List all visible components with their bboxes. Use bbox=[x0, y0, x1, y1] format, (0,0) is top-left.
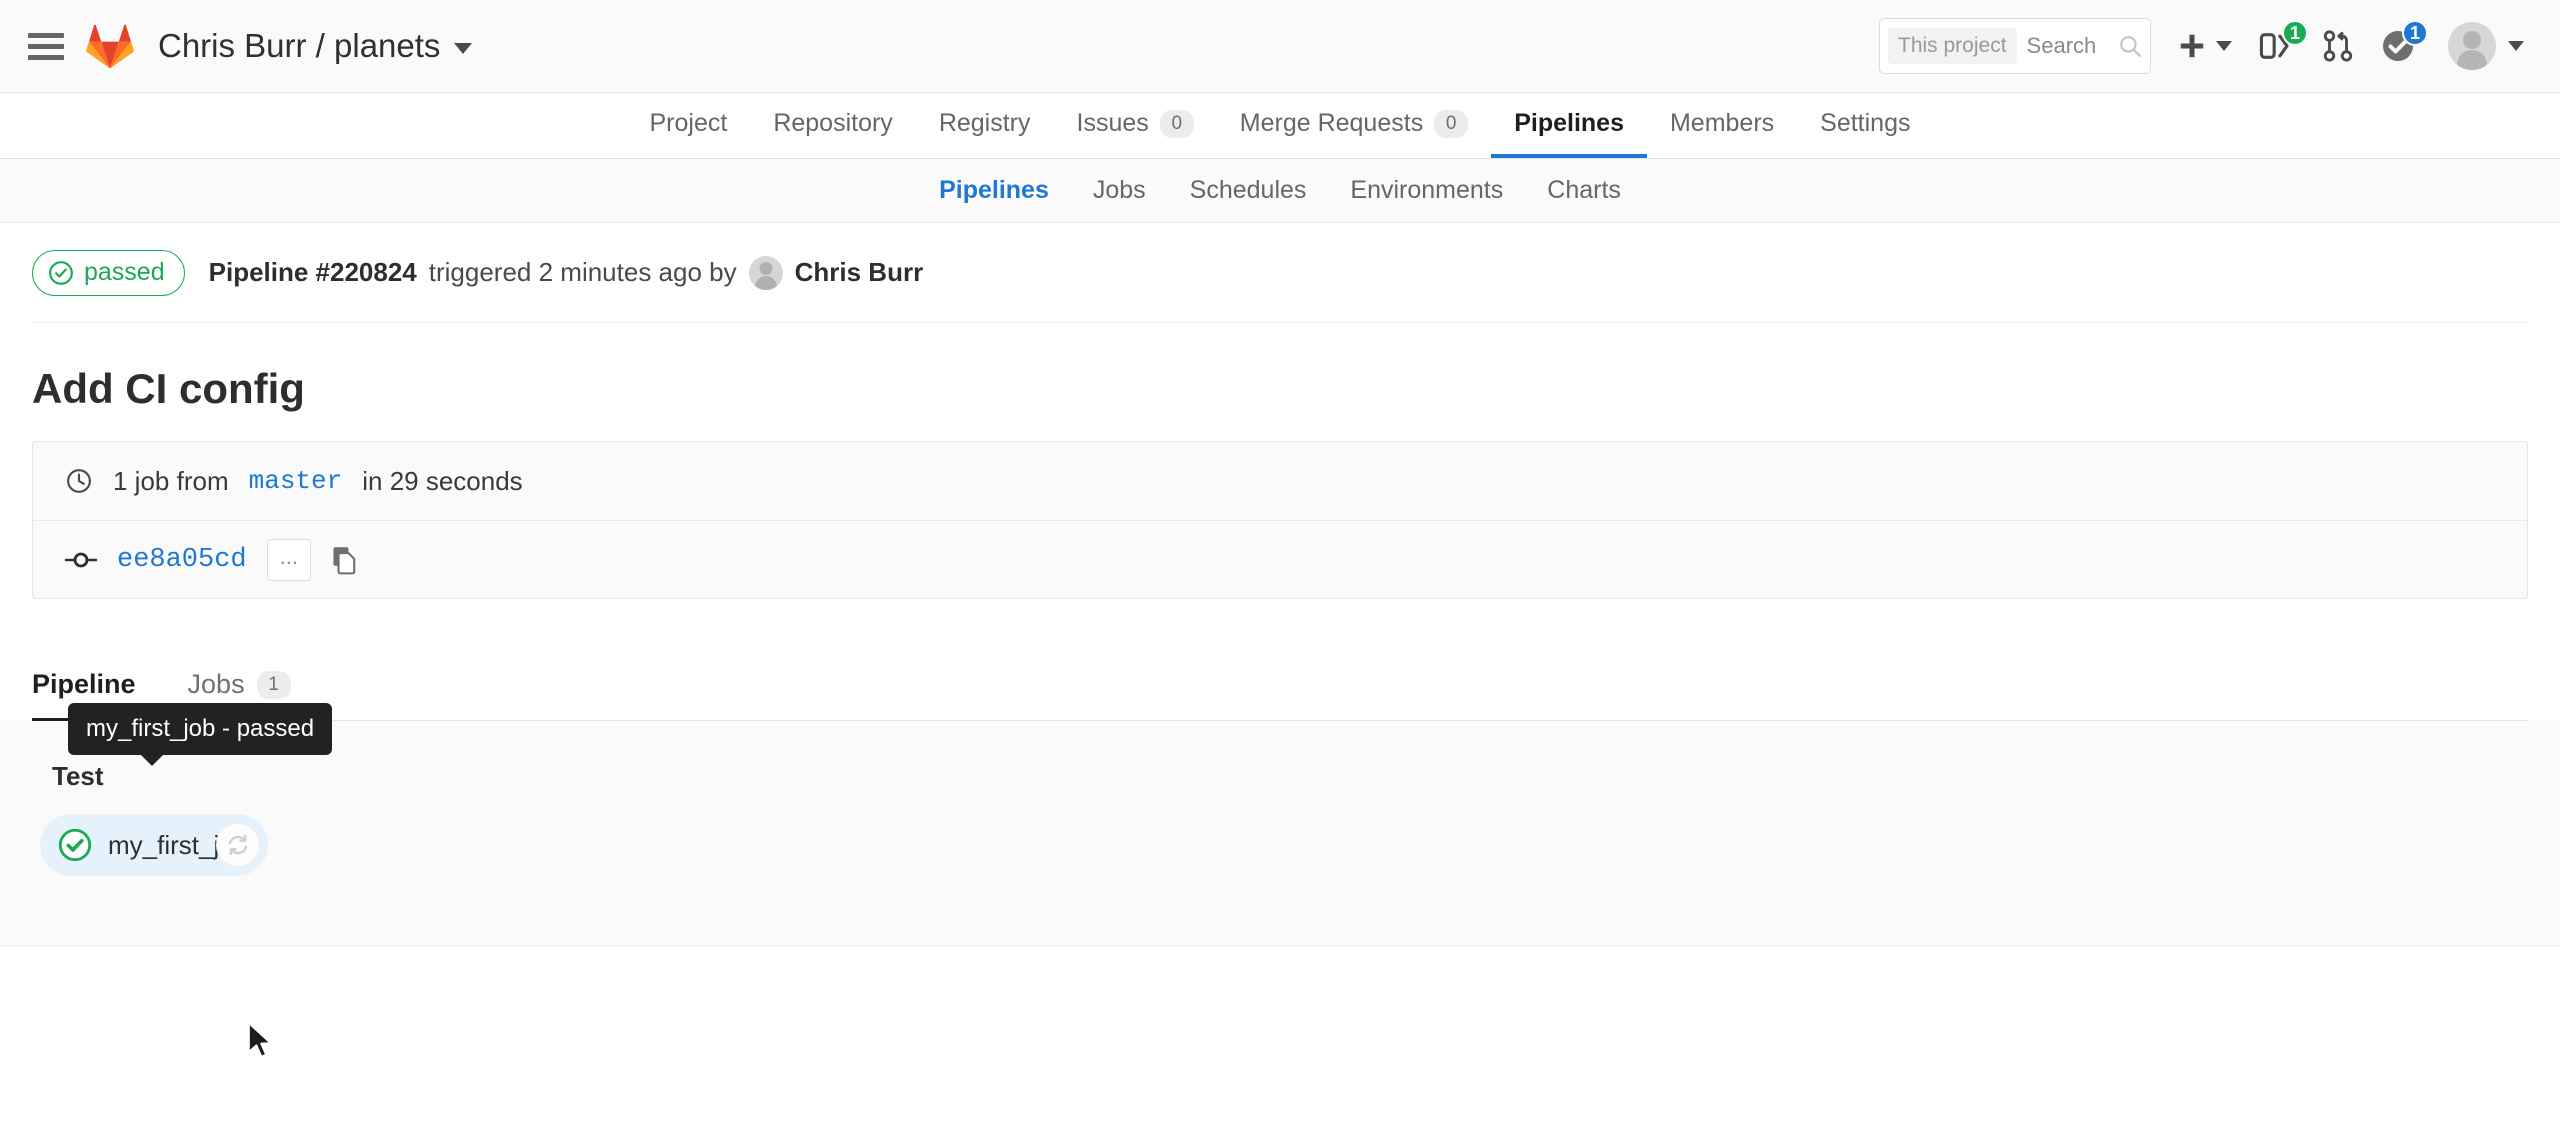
todos-button[interactable]: 1 bbox=[2380, 18, 2428, 74]
branch-link[interactable]: master bbox=[249, 466, 343, 496]
jobs-count-badge: 1 bbox=[256, 670, 291, 699]
clock-icon bbox=[67, 469, 91, 493]
pipeline-summary-row: 1 job from master in 29 seconds bbox=[33, 442, 2527, 520]
hamburger-bar bbox=[28, 32, 64, 38]
pipeline-tabs: Pipeline Jobs 1 bbox=[32, 653, 2528, 721]
chevron-down-icon[interactable] bbox=[2216, 41, 2232, 51]
pipeline-graph: Test my_first_job my_first_job - passed bbox=[0, 703, 2560, 946]
hamburger-bar bbox=[28, 43, 64, 49]
mouse-cursor-icon bbox=[247, 1021, 273, 1059]
project-path-label: Chris Burr / planets bbox=[158, 27, 441, 64]
merge-request-icon[interactable] bbox=[2322, 29, 2354, 63]
copy-icon[interactable] bbox=[331, 545, 359, 575]
subnav-item-schedules[interactable]: Schedules bbox=[1168, 176, 1329, 205]
project-nav: Project Repository Registry Issues 0 Mer… bbox=[0, 93, 2560, 159]
chevron-down-icon[interactable] bbox=[454, 42, 473, 54]
nav-label: Repository bbox=[773, 109, 893, 137]
tab-label: Pipeline bbox=[32, 669, 136, 699]
nav-label: Merge Requests bbox=[1239, 109, 1424, 137]
plus-icon[interactable] bbox=[2177, 31, 2207, 61]
jobs-summary-suffix: in 29 seconds bbox=[362, 465, 523, 496]
new-item-button[interactable] bbox=[2177, 31, 2232, 61]
hamburger-bar bbox=[28, 54, 64, 60]
pipeline-author[interactable]: Chris Burr bbox=[795, 257, 924, 288]
status-badge-label: passed bbox=[84, 258, 165, 286]
job-node-my-first-job[interactable]: my_first_job bbox=[40, 814, 268, 876]
subnav-item-charts[interactable]: Charts bbox=[1525, 176, 1643, 205]
expand-commit-button[interactable]: ... bbox=[266, 538, 311, 581]
subnav-item-environments[interactable]: Environments bbox=[1328, 176, 1525, 205]
chevron-down-icon[interactable] bbox=[2508, 41, 2524, 51]
status-badge[interactable]: passed bbox=[32, 249, 185, 296]
issues-badge: 1 bbox=[2281, 20, 2308, 46]
todos-badge: 1 bbox=[2401, 20, 2428, 46]
search-input[interactable] bbox=[2016, 32, 2117, 60]
user-menu[interactable] bbox=[2448, 22, 2524, 70]
pipeline-header-text: Pipeline #220824 triggered 2 minutes ago… bbox=[209, 255, 924, 290]
merge-requests-button[interactable] bbox=[2322, 18, 2354, 74]
commit-node-icon bbox=[65, 552, 97, 567]
top-navbar: Chris Burr / planets This project 1 bbox=[0, 0, 2560, 93]
pipeline-id[interactable]: Pipeline #220824 bbox=[209, 257, 417, 288]
tab-label: Jobs bbox=[187, 669, 245, 699]
stage-label: Test bbox=[52, 761, 104, 791]
commit-info-box: 1 job from master in 29 seconds ee8a05cd… bbox=[32, 441, 2528, 599]
navbar-actions: This project 1 bbox=[1879, 18, 2524, 74]
commit-sha-row: ee8a05cd ... bbox=[33, 520, 2527, 598]
pipeline-header: passed Pipeline #220824 triggered 2 minu… bbox=[32, 223, 2528, 323]
subnav-item-jobs[interactable]: Jobs bbox=[1071, 176, 1168, 205]
nav-label: Pipelines bbox=[1514, 109, 1624, 137]
nav-label: Settings bbox=[1820, 109, 1911, 137]
nav-item-registry[interactable]: Registry bbox=[916, 93, 1054, 158]
commit-sha-link[interactable]: ee8a05cd bbox=[117, 545, 247, 575]
merge-requests-count: 0 bbox=[1434, 109, 1469, 138]
nav-label: Registry bbox=[938, 109, 1031, 137]
hamburger-icon[interactable] bbox=[28, 28, 64, 64]
nav-label: Issues bbox=[1076, 109, 1149, 137]
project-breadcrumb[interactable]: Chris Burr / planets bbox=[158, 27, 473, 65]
nav-item-settings[interactable]: Settings bbox=[1797, 93, 1933, 158]
page-content: passed Pipeline #220824 triggered 2 minu… bbox=[0, 223, 2560, 721]
retry-job-button[interactable] bbox=[216, 823, 260, 867]
search-icon[interactable] bbox=[2117, 33, 2143, 59]
retry-icon bbox=[228, 834, 248, 856]
jobs-summary-prefix: 1 job from bbox=[113, 465, 229, 496]
pipeline-trigger-text: triggered 2 minutes ago by bbox=[428, 257, 737, 287]
pipelines-subnav: Pipelines Jobs Schedules Environments Ch… bbox=[0, 159, 2560, 223]
nav-item-project[interactable]: Project bbox=[627, 93, 751, 158]
nav-item-merge-requests[interactable]: Merge Requests 0 bbox=[1217, 93, 1491, 158]
nav-label: Members bbox=[1669, 109, 1775, 137]
avatar[interactable] bbox=[2448, 22, 2496, 70]
subnav-item-pipelines[interactable]: Pipelines bbox=[917, 176, 1071, 205]
nav-label: Project bbox=[649, 109, 728, 137]
status-success-icon bbox=[58, 828, 92, 862]
commit-title: Add CI config bbox=[32, 365, 305, 412]
nav-item-pipelines[interactable]: Pipelines bbox=[1491, 93, 1647, 158]
search-box[interactable]: This project bbox=[1879, 18, 2151, 74]
issues-count: 0 bbox=[1159, 109, 1194, 138]
search-scope-badge[interactable]: This project bbox=[1888, 28, 2017, 64]
job-tooltip: my_first_job - passed bbox=[68, 703, 333, 766]
issues-button[interactable]: 1 bbox=[2258, 18, 2308, 74]
author-avatar[interactable] bbox=[748, 255, 783, 290]
status-success-icon bbox=[49, 260, 73, 285]
nav-item-issues[interactable]: Issues 0 bbox=[1054, 93, 1217, 158]
gitlab-logo-icon[interactable] bbox=[86, 23, 134, 69]
nav-item-repository[interactable]: Repository bbox=[750, 93, 916, 158]
nav-item-members[interactable]: Members bbox=[1647, 93, 1797, 158]
